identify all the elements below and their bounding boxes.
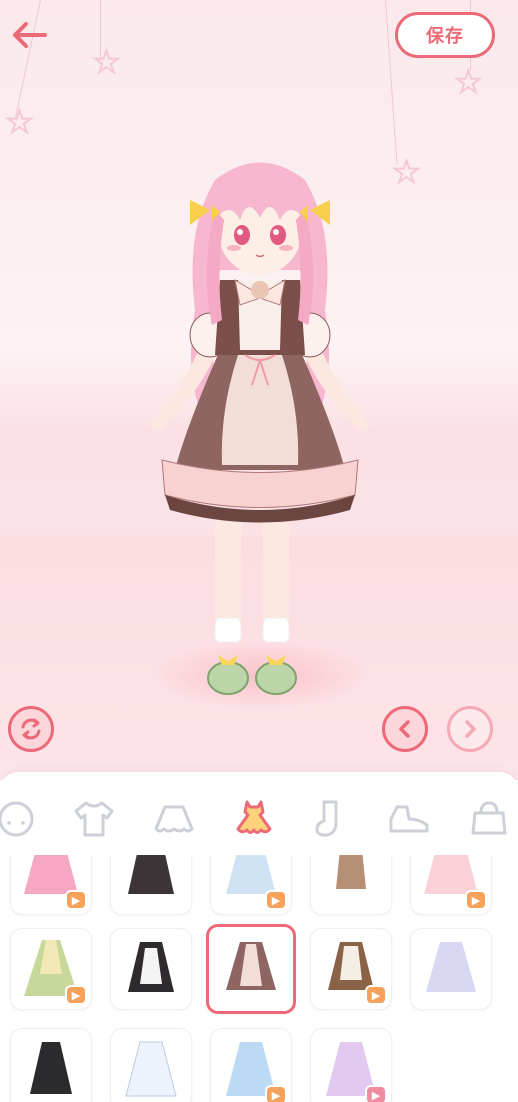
outfit-item[interactable] <box>110 855 192 915</box>
maid-dress-item-icon <box>128 942 174 992</box>
chevron-left-icon <box>399 720 410 738</box>
left-shoe <box>207 661 249 695</box>
outfit-grid: ▶ ▶ ▶ ▶ ▶ ▶ ▶ <box>0 855 518 1102</box>
tab-tops[interactable] <box>70 795 118 843</box>
tab-socks[interactable] <box>305 795 353 843</box>
character-avatar[interactable] <box>120 150 400 710</box>
white-blue-dress-item-icon <box>125 1041 177 1097</box>
right-sock <box>262 617 290 643</box>
right-shoe <box>255 661 297 695</box>
lavender-dress-item-icon <box>426 942 476 992</box>
left-leg <box>215 510 241 630</box>
dress-icon <box>236 800 272 834</box>
right-blush <box>279 245 293 251</box>
outfit-item[interactable]: ▶ <box>10 928 92 1010</box>
right-leg <box>263 510 289 630</box>
star-decoration-icon: ★ <box>92 45 121 80</box>
black-dress-item-icon <box>128 855 174 894</box>
dress-apron <box>221 355 299 465</box>
outfit-item[interactable] <box>110 1028 192 1102</box>
outfit-item[interactable] <box>310 855 392 915</box>
black-slip-dress-item-icon <box>30 1042 72 1094</box>
outfit-item[interactable]: ▶ <box>310 1028 392 1102</box>
arrow-left-icon <box>13 22 47 48</box>
right-eye <box>270 225 286 245</box>
previous-outfit-button[interactable] <box>382 706 428 752</box>
video-badge-icon: ▶ <box>265 890 287 910</box>
tshirt-icon <box>74 801 114 837</box>
star-decoration-icon: ★ <box>5 105 34 140</box>
rotate-icon <box>21 718 41 740</box>
video-badge-icon: ▶ <box>65 890 87 910</box>
shoe-icon <box>389 805 429 833</box>
outfit-item[interactable] <box>10 1028 92 1102</box>
left-eye <box>234 225 250 245</box>
video-badge-icon: ▶ <box>365 985 387 1005</box>
face-icon <box>0 801 34 837</box>
video-badge-icon: ▶ <box>365 1085 387 1102</box>
chevron-right-icon <box>465 720 476 738</box>
video-badge-icon: ▶ <box>65 985 87 1005</box>
category-tabs <box>0 795 518 845</box>
brown-apron-item-icon <box>336 855 366 889</box>
right-eye-shine <box>273 229 279 235</box>
outfit-item[interactable]: ▶ <box>210 855 292 915</box>
outfit-item[interactable]: ▶ <box>10 855 92 915</box>
back-button[interactable] <box>10 18 50 52</box>
brown-lolita-item-icon <box>226 942 276 990</box>
tab-face[interactable] <box>0 795 40 843</box>
tab-dresses[interactable] <box>230 795 278 843</box>
left-eye-shine <box>237 229 243 235</box>
star-decoration-icon: ★ <box>454 65 483 100</box>
bag-icon <box>471 801 507 835</box>
bear-brooch-icon <box>251 281 269 299</box>
hanging-string <box>385 0 398 165</box>
video-badge-icon: ▶ <box>265 1085 287 1102</box>
video-badge-icon: ▶ <box>465 890 487 910</box>
outfit-item-selected[interactable] <box>206 924 296 1014</box>
tab-bags[interactable] <box>465 795 513 843</box>
outfit-item[interactable] <box>110 928 192 1010</box>
outfit-item[interactable]: ▶ <box>310 928 392 1010</box>
outfit-item[interactable] <box>410 928 492 1010</box>
rotate-button[interactable] <box>8 706 54 752</box>
tab-skirts[interactable] <box>150 795 198 843</box>
save-button[interactable]: 保存 <box>395 12 495 58</box>
tab-shoes[interactable] <box>385 795 433 843</box>
left-sock <box>214 617 242 643</box>
outfit-item[interactable]: ▶ <box>210 1028 292 1102</box>
sock-icon <box>315 800 338 837</box>
skirt-icon <box>154 805 194 833</box>
left-blush <box>227 245 241 251</box>
next-outfit-button[interactable] <box>447 706 493 752</box>
outfit-item[interactable]: ▶ <box>410 855 492 915</box>
dressing-stage: ★ ★ ★ ★ 保存 <box>0 0 518 780</box>
